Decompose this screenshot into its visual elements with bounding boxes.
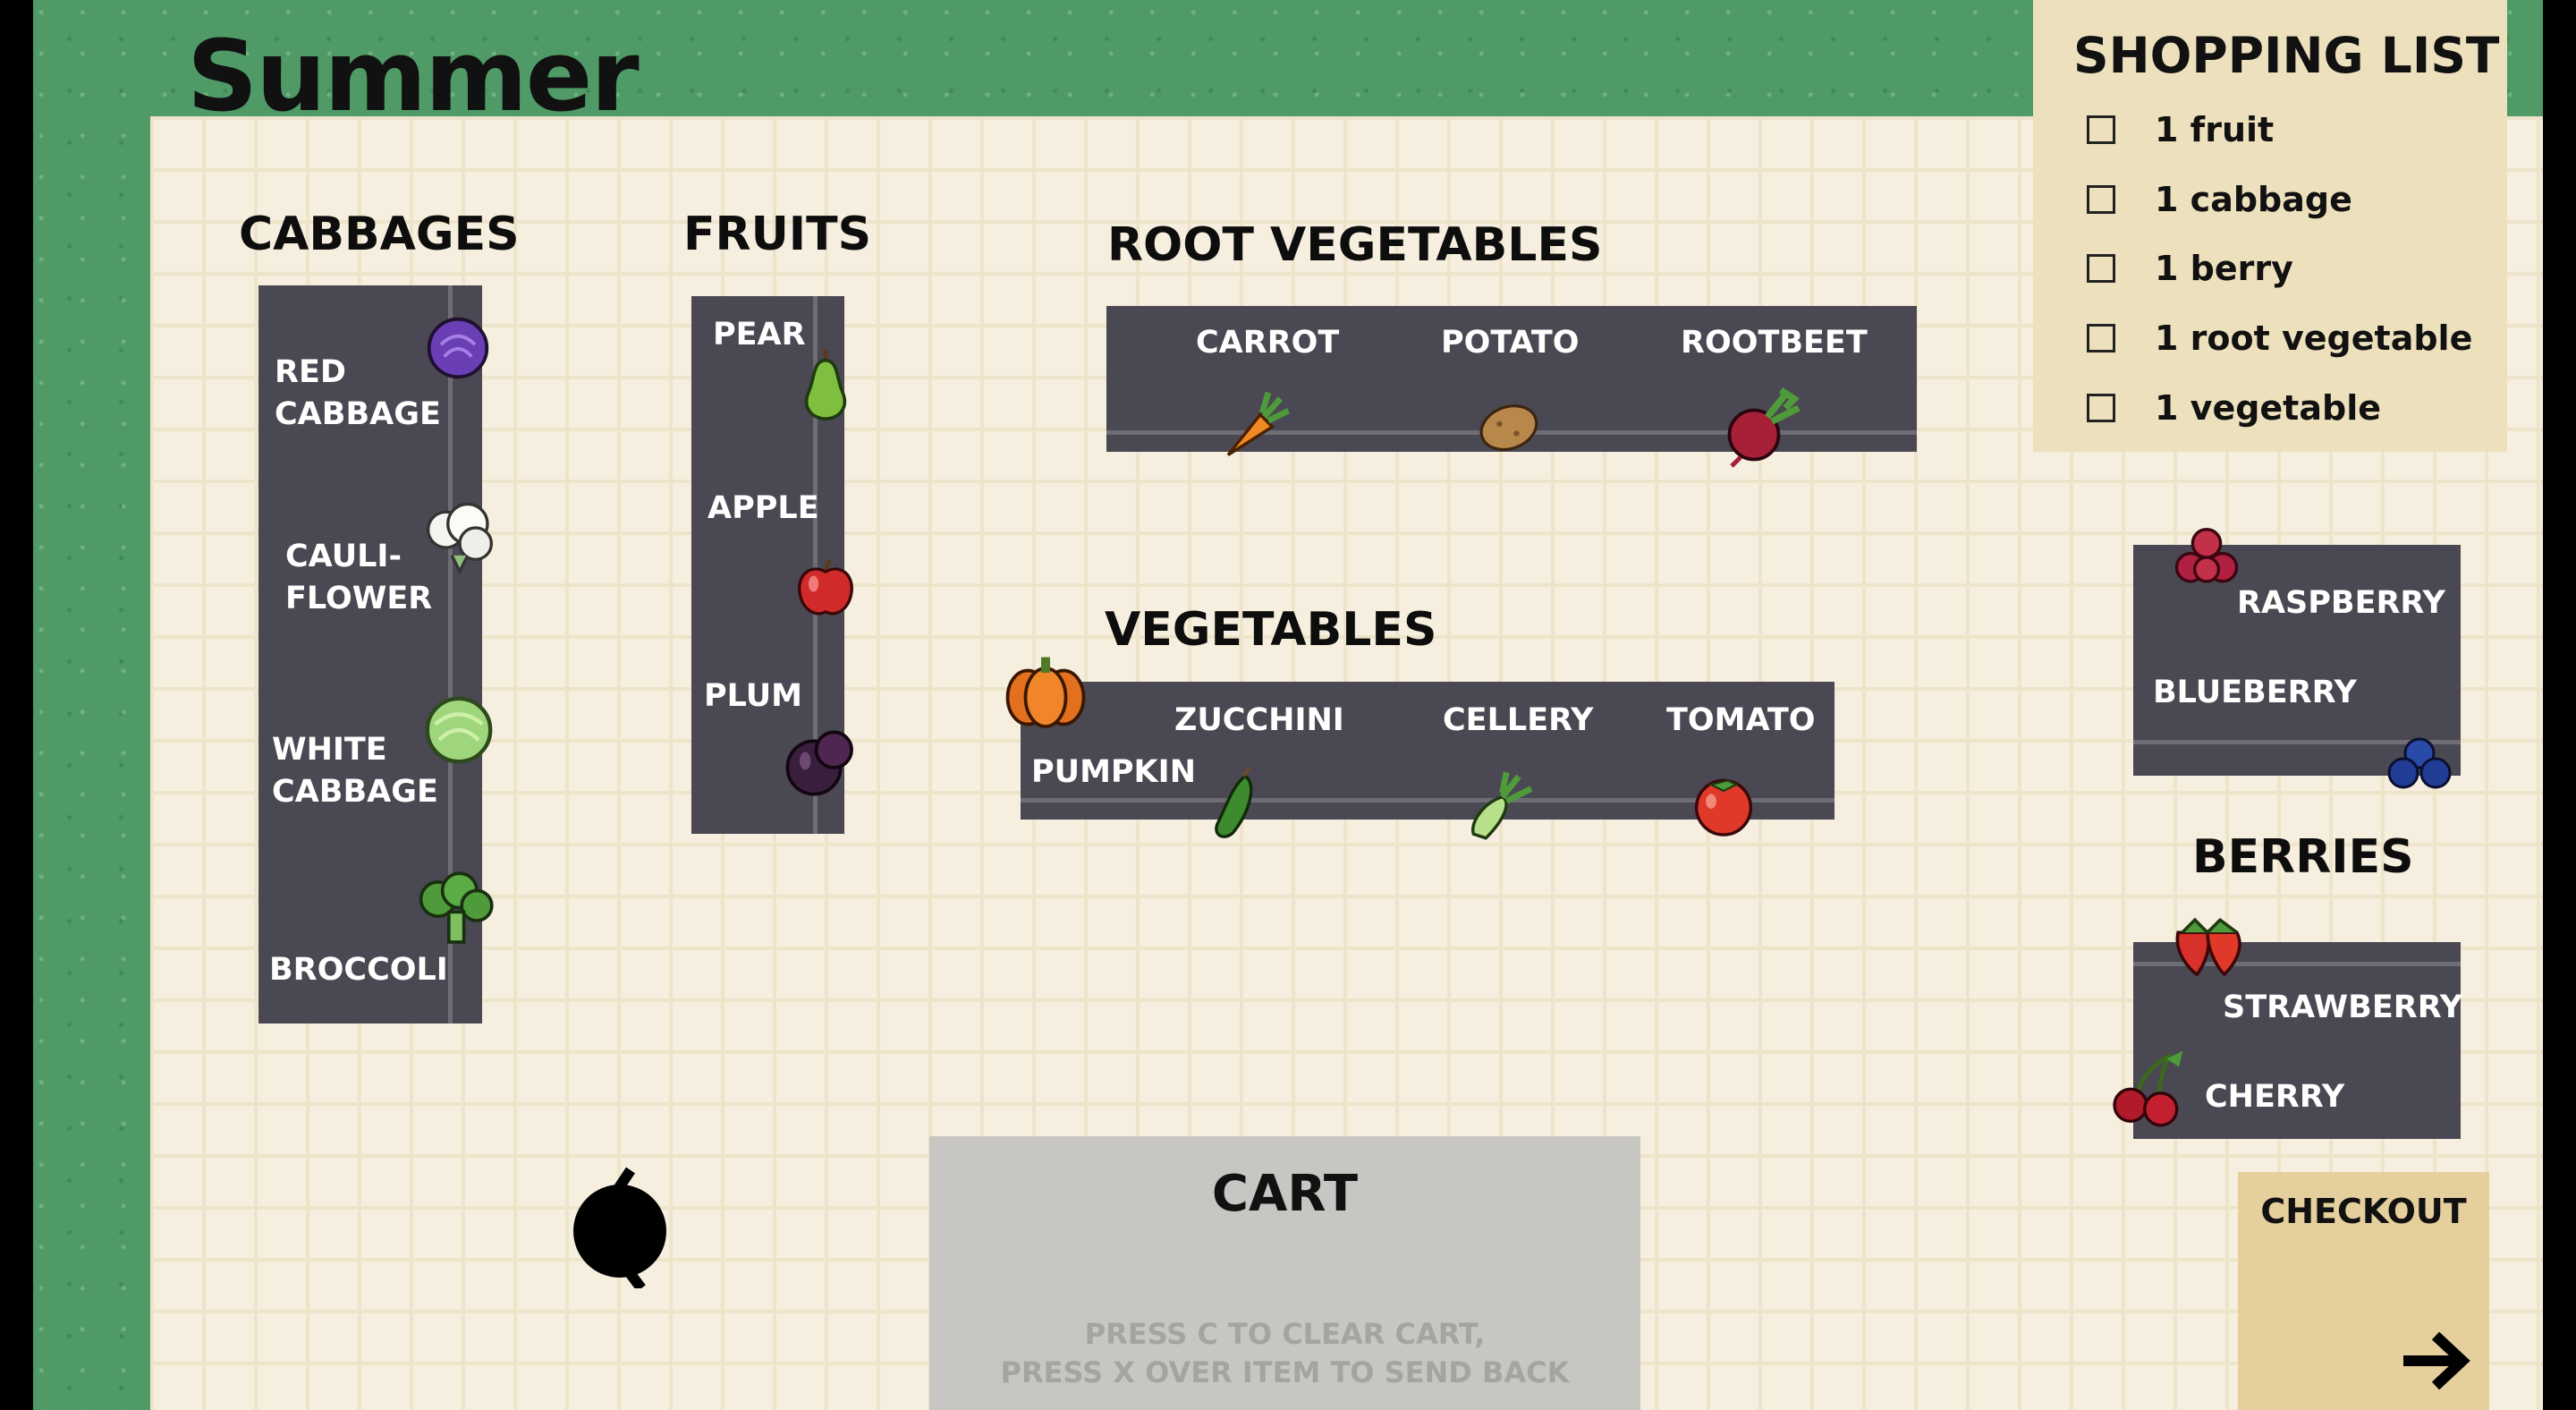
white-cabbage-icon[interactable]: [419, 692, 498, 768]
heading-fruits: FRUITS: [683, 208, 872, 261]
shelf-item-carrot[interactable]: CARROT: [1196, 322, 1339, 364]
checkbox-cabbage[interactable]: [2087, 185, 2115, 214]
carrot-icon[interactable]: [1212, 386, 1292, 467]
shopping-list-item[interactable]: 1 vegetable: [2087, 386, 2381, 430]
heading-berries: BERRIES: [2192, 830, 2414, 884]
checkbox-vegetable[interactable]: [2087, 394, 2115, 422]
heading-vegetables: VEGETABLES: [1105, 603, 1437, 657]
shelf-item-blueberry[interactable]: BLUEBERRY: [2153, 672, 2357, 714]
tomato-icon[interactable]: [1686, 768, 1761, 839]
shelf-item-red-cabbage[interactable]: RED CABBAGE: [275, 352, 441, 437]
checkout-button[interactable]: CHECKOUT: [2238, 1172, 2489, 1410]
cart-title: CART: [1211, 1165, 1359, 1223]
heading-cabbages: CABBAGES: [239, 208, 520, 261]
shelf-item-cherry[interactable]: CHERRY: [2205, 1076, 2344, 1118]
plum-icon[interactable]: [781, 726, 856, 801]
shelf-root-vegetables: CARROT POTATO ROOTBEET: [1106, 306, 1917, 468]
checkbox-berry[interactable]: [2087, 254, 2115, 283]
celery-icon[interactable]: [1457, 764, 1539, 846]
shelf-item-zucchini[interactable]: ZUCCHINI: [1174, 700, 1344, 742]
broccoli-icon[interactable]: [412, 869, 498, 951]
shelf-item-tomato[interactable]: TOMATO: [1666, 700, 1815, 742]
arrow-right-icon: [2400, 1329, 2471, 1392]
shopping-list-item[interactable]: 1 berry: [2087, 246, 2293, 291]
cart-area[interactable]: CART PRESS C TO CLEAR CART, PRESS X OVER…: [929, 1136, 1640, 1410]
season-title: Summer: [187, 19, 640, 133]
shopping-list-panel: SHOPPING LIST 1 fruit 1 cabbage 1 berry …: [2033, 0, 2507, 452]
shelf-item-apple[interactable]: APPLE: [708, 488, 819, 530]
checkbox-root-vegetable[interactable]: [2087, 324, 2115, 352]
cherry-icon[interactable]: [2106, 1047, 2187, 1127]
checkbox-fruit[interactable]: [2087, 115, 2115, 144]
beet-icon[interactable]: [1718, 381, 1808, 471]
pear-icon[interactable]: [792, 341, 860, 423]
shelf-item-cauliflower[interactable]: CAULI- FLOWER: [285, 536, 432, 621]
shelf-fruits: PEAR APPLE PLUM: [691, 296, 853, 834]
shelf-vegetables: PUMPKIN ZUCCHINI CELLERY TOMATO: [1021, 682, 1835, 840]
red-cabbage-icon[interactable]: [424, 314, 492, 382]
shopping-list-title: SHOPPING LIST: [2073, 27, 2500, 84]
shelf-item-broccoli[interactable]: BROCCOLI: [269, 949, 448, 991]
raspberry-icon[interactable]: [2166, 523, 2247, 591]
shelf-item-rootbeet[interactable]: ROOTBEET: [1681, 322, 1868, 364]
player-character-icon: [570, 1163, 677, 1292]
shelf-item-cellery[interactable]: CELLERY: [1443, 700, 1594, 742]
shopping-list-item[interactable]: 1 cabbage: [2087, 177, 2352, 222]
cauliflower-icon[interactable]: [419, 500, 500, 575]
shopping-list-item[interactable]: 1 root vegetable: [2087, 316, 2472, 361]
zucchini-icon[interactable]: [1205, 764, 1266, 845]
heading-root-vegetables: ROOT VEGETABLES: [1107, 218, 1603, 272]
strawberry-icon[interactable]: [2165, 905, 2250, 981]
shelf-cabbages: RED CABBAGE CAULI- FLOWER WHITE CABBAGE …: [258, 285, 494, 1024]
potato-icon[interactable]: [1475, 395, 1543, 456]
shelf-item-potato[interactable]: POTATO: [1441, 322, 1580, 364]
shelf-item-white-cabbage[interactable]: WHITE CABBAGE: [272, 729, 438, 814]
blueberry-icon[interactable]: [2384, 732, 2455, 796]
shelf-item-strawberry[interactable]: STRAWBERRY: [2223, 987, 2462, 1029]
game-screen: Summer CABBAGES RED CABBAGE CAULI- FLOWE…: [33, 0, 2543, 1410]
shopping-list-item[interactable]: 1 fruit: [2087, 107, 2274, 152]
shelf-item-raspberry[interactable]: RASPBERRY: [2237, 582, 2445, 624]
checkout-label: CHECKOUT: [2260, 1192, 2467, 1231]
shelf-item-pumpkin[interactable]: PUMPKIN: [1031, 752, 1196, 794]
cart-hint: PRESS C TO CLEAR CART, PRESS X OVER ITEM…: [1000, 1317, 1570, 1390]
pumpkin-icon[interactable]: [1001, 650, 1090, 732]
shelf-item-plum[interactable]: PLUM: [704, 675, 802, 718]
apple-icon[interactable]: [792, 552, 860, 624]
